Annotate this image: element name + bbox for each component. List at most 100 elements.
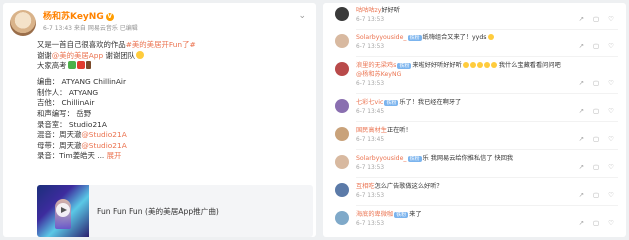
commenter-name[interactable]: 咕咕咕zy [356,7,381,14]
emoji-icon [483,62,490,68]
comment-text: 乐 我网易云给你推私信了 快回我 [422,155,514,162]
like-icon[interactable]: ♡ [608,15,614,23]
mention-link[interactable]: @Studio21A [81,130,126,139]
green-emoji-icon [67,61,76,70]
commenter-name[interactable]: 国民高材生 [356,127,387,134]
emoji-icon [487,34,494,40]
comment-text: 纸嗨组合又来了！yyds [422,34,487,41]
credit-line: 和声编写： 岳野 [37,109,92,119]
credit-line: 母带：周天澈 [37,140,82,150]
comment-actions: ↗ ▢ ♡ [570,42,614,50]
music-card[interactable]: Fun Fun Fun (美的美居App推广曲) [37,185,313,237]
comment-time: 6-7 13:53 [356,17,385,23]
divider [356,121,618,122]
credit-line: 吉他： ChillinAir [37,98,95,108]
smile-emoji-icon [136,50,145,59]
avatar[interactable] [335,127,349,141]
weibo-post: 杨和苏KeyNG V 6-7 13:43 来自 网易云音乐 已编辑 ⌄ 又是一首自… [3,3,316,237]
like-icon[interactable]: ♡ [608,107,614,115]
divider [356,56,618,57]
comment-time: 6-7 13:45 [356,137,385,143]
mention-link[interactable]: @Studio21A [81,141,126,150]
share-icon[interactable]: ↗ [579,79,584,87]
share-icon[interactable]: ↗ [579,42,584,50]
comment-text: 怎么广告歌做这么好听？ [374,183,443,190]
post-text: 谢谢 [37,50,52,60]
mention-link[interactable]: @杨和苏KeyNG [356,71,401,78]
divider [356,29,618,30]
commenter-name[interactable]: 七彩七vic [356,99,383,106]
comment-time: 6-7 13:53 [356,221,385,227]
bars-emoji-icon [85,61,91,70]
comment-icon[interactable]: ▢ [593,79,599,87]
play-icon[interactable] [56,203,70,217]
album-thumbnail[interactable] [37,185,89,237]
comment-text: 正在听！ [386,127,412,134]
comment-time: 6-7 13:53 [356,193,385,199]
comment-icon[interactable]: ▢ [593,107,599,115]
comment-actions: ↗ ▢ ♡ [570,135,614,143]
comment-actions: ↗ ▢ ♡ [570,107,614,115]
comment-actions: ↗ ▢ ♡ [570,15,614,23]
comment-text: 我什么宝藏看看问问吧 [498,62,561,69]
credit-line: 编曲： ATYANG ChillinAir [37,77,127,87]
credit-line: 录音：Tim姜皓天 ... [37,151,107,161]
divider [356,149,618,150]
share-icon[interactable]: ↗ [579,191,584,199]
red-emoji-icon [76,61,85,70]
fan-badge: 铁粉 [394,211,409,218]
avatar[interactable] [335,155,349,169]
commenter-name[interactable]: Solarbyyouside_ [356,34,407,41]
comment-actions: ↗ ▢ ♡ [570,191,614,199]
comment-icon[interactable]: ▢ [593,163,599,171]
avatar[interactable] [335,99,349,113]
chevron-down-icon[interactable]: ⌄ [298,11,306,21]
avatar[interactable] [335,211,349,225]
post-text: 谢谢团队 [103,50,136,60]
emoji-icon [462,62,469,68]
avatar[interactable] [335,183,349,197]
fan-badge: 铁粉 [407,34,422,41]
commenter-name[interactable]: 互相吃 [356,183,375,190]
music-card-title: Fun Fun Fun (美的美居App推广曲) [97,207,219,216]
commenter-name[interactable]: Solarbyyouside_ [356,155,407,162]
credit-line: 制作人： ATYANG [37,87,99,97]
comment-text: 乐了！我已经在啊牙了 [399,99,462,106]
credit-line: 混音：周天澈 [37,130,82,140]
commenter-name[interactable]: 浪里的无梁鸡s [356,62,396,69]
share-icon[interactable]: ↗ [579,219,584,227]
like-icon[interactable]: ♡ [608,79,614,87]
avatar[interactable] [335,62,349,76]
hashtag-link[interactable]: #美的美居开Fun了# [126,40,196,49]
like-icon[interactable]: ♡ [608,163,614,171]
fan-badge: 铁粉 [397,62,412,69]
avatar[interactable] [10,10,36,36]
like-icon[interactable]: ♡ [608,219,614,227]
like-icon[interactable]: ♡ [608,191,614,199]
comment-list: 咕咕咕zy好好听 6-7 13:53 ↗ ▢ ♡ Solarbyyouside_ 铁粉… [323,3,626,237]
emoji-icon [469,62,476,68]
commenter-name[interactable]: 海底的卑微咖 [356,211,393,218]
comment-icon[interactable]: ▢ [593,219,599,227]
like-icon[interactable]: ♡ [608,42,614,50]
emoji-icon [476,62,483,68]
post-username[interactable]: 杨和苏KeyNG V [43,12,114,23]
share-icon[interactable]: ↗ [579,163,584,171]
like-icon[interactable]: ♡ [608,135,614,143]
avatar[interactable] [335,7,349,21]
expand-link[interactable]: 展开 [107,151,122,160]
comment-time: 6-7 13:53 [356,44,385,50]
comment-icon[interactable]: ▢ [593,135,599,143]
mention-link[interactable]: @美的美居App [52,51,103,60]
fan-badge: 铁粉 [384,99,399,106]
share-icon[interactable]: ↗ [579,107,584,115]
post-text: 大家高考 [37,61,67,71]
share-icon[interactable]: ↗ [579,15,584,23]
username-text[interactable]: 杨和苏KeyNG [43,12,104,22]
comment-icon[interactable]: ▢ [593,42,599,50]
share-icon[interactable]: ↗ [579,135,584,143]
comment-icon[interactable]: ▢ [593,15,599,23]
comment-icon[interactable]: ▢ [593,191,599,199]
avatar[interactable] [335,34,349,48]
post-body: 又是一首自己很喜欢的作品#美的美居开Fun了# 谢谢@美的美居App 谢谢团队 … [37,40,309,162]
